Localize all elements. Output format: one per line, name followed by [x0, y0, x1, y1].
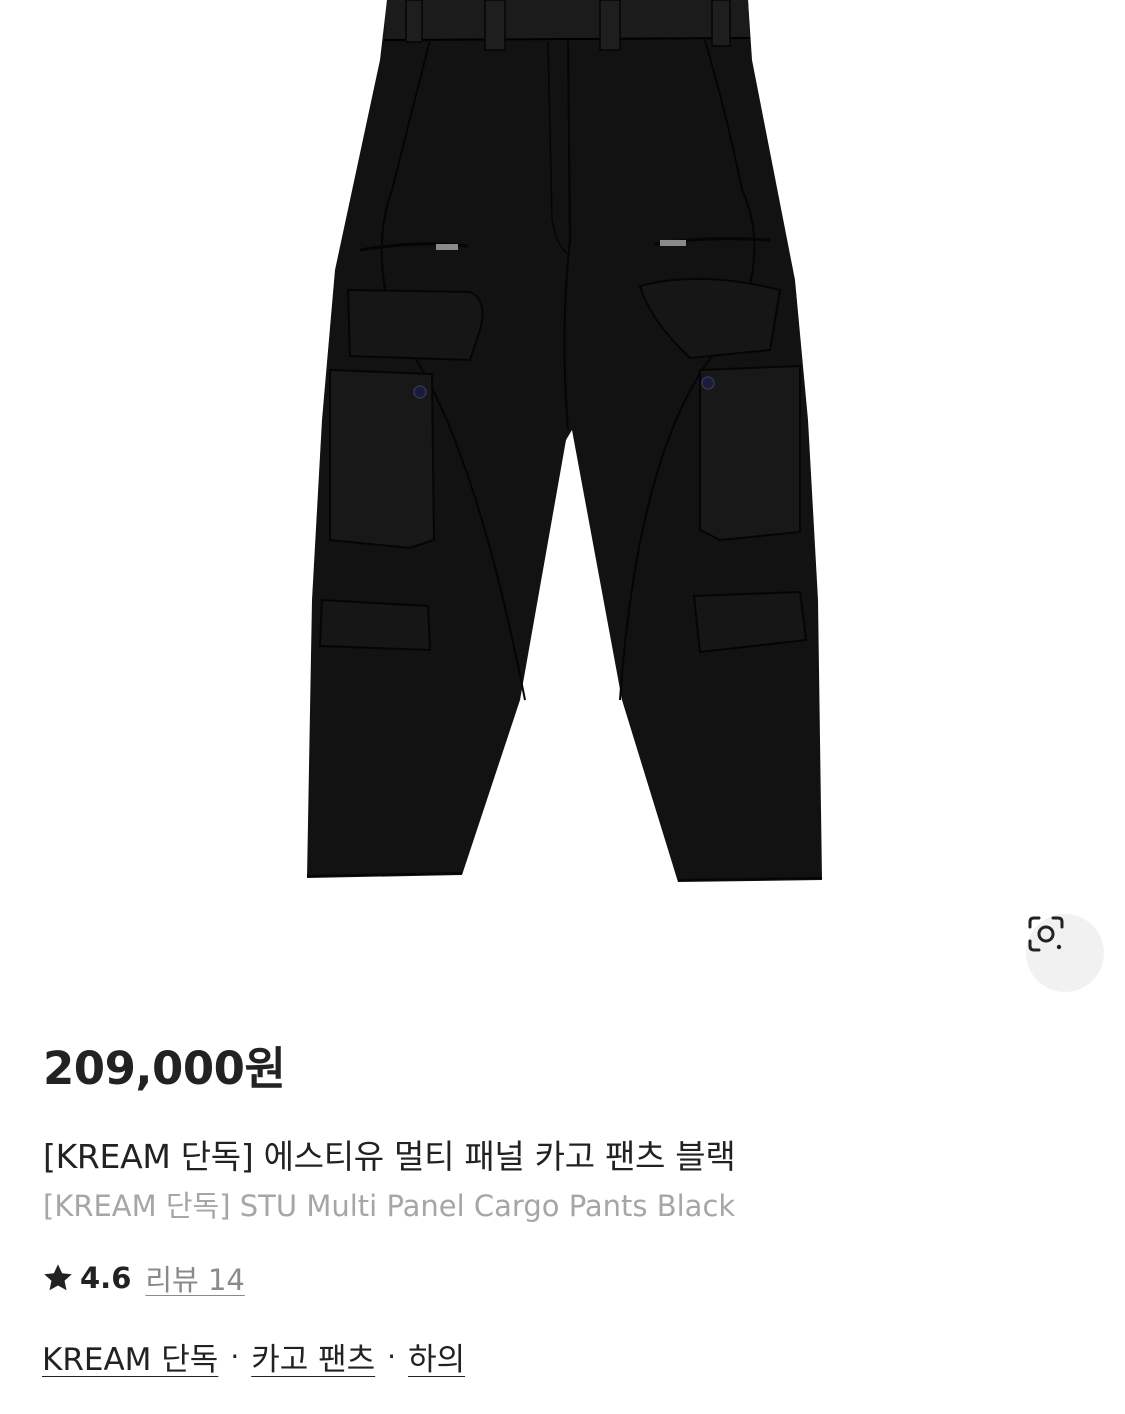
category-link-cargo-pants[interactable]: 카고 팬츠: [251, 1334, 375, 1379]
cargo-pants-image: [306, 0, 823, 882]
category-separator: ·: [230, 1339, 240, 1373]
category-link-kream-exclusive[interactable]: KREAM 단독: [42, 1334, 218, 1379]
category-breadcrumb: KREAM 단독 · 카고 팬츠 · 하의: [42, 1333, 465, 1379]
review-count-link[interactable]: 리뷰 14: [145, 1257, 244, 1299]
rating-value: 4.6: [80, 1261, 132, 1295]
product-image[interactable]: [0, 0, 1125, 1010]
product-title-korean: [KREAM 단독] 에스티유 멀티 패널 카고 팬츠 블랙: [43, 1137, 736, 1176]
lens-search-button[interactable]: [1026, 914, 1104, 992]
rating-row: 4.6 리뷰 14: [42, 1257, 245, 1299]
product-title-english: [KREAM 단독] STU Multi Panel Cargo Pants B…: [43, 1189, 736, 1223]
category-separator: ·: [387, 1339, 397, 1373]
star-icon: [42, 1262, 74, 1294]
product-price: 209,000원: [43, 1042, 286, 1095]
category-link-bottoms[interactable]: 하의: [408, 1334, 465, 1379]
